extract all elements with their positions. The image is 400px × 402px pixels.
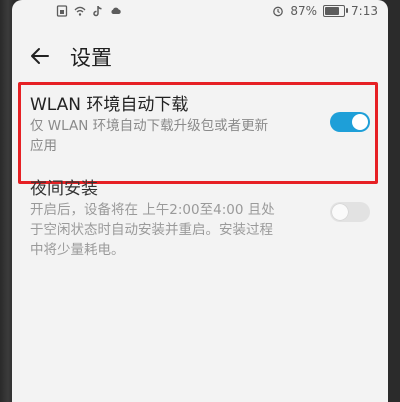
phone-frame: 87% 7:13 设置 WLAN 环境自动下载 仅 WLAN 环境自动下载升级包…: [0, 0, 400, 402]
status-icons-right: 87% 7:13: [272, 4, 378, 18]
night-install-item[interactable]: 夜间安装 开启后，设备将在 上午2:00至4:00 且处 于空闲状态时自动安装并…: [12, 168, 388, 264]
wifi-icon: [74, 6, 86, 16]
page-header: 设置: [12, 38, 388, 78]
night-install-title: 夜间安装: [30, 179, 98, 199]
clock-time: 7:13: [351, 4, 378, 18]
sim-icon: [56, 5, 68, 17]
toggle-knob: [332, 204, 348, 220]
settings-screen: 87% 7:13 设置 WLAN 环境自动下载 仅 WLAN 环境自动下载升级包…: [12, 0, 388, 402]
cloud-icon: [111, 7, 121, 14]
battery-icon: [323, 5, 349, 17]
alarm-icon: [273, 6, 284, 17]
status-icons-left: [56, 5, 122, 17]
battery-percent: 87%: [290, 4, 318, 18]
status-bar: 87% 7:13: [12, 0, 388, 26]
night-install-description: 开启后，设备将在 上午2:00至4:00 且处 于空闲状态时自动安装并重启。安装…: [30, 202, 275, 258]
page-title: 设置: [70, 46, 112, 70]
night-install-toggle[interactable]: [330, 202, 370, 222]
back-arrow-icon[interactable]: [28, 44, 52, 68]
tiktok-icon: [93, 6, 102, 17]
battery-level-fill: [325, 7, 339, 15]
